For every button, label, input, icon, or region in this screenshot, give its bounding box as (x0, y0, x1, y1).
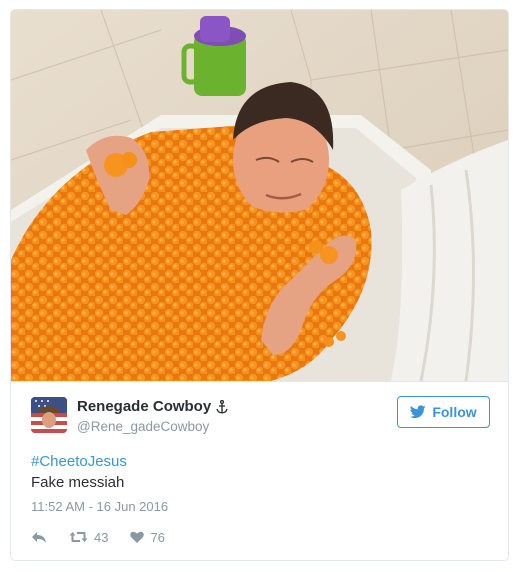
anchor-icon (216, 400, 228, 414)
reply-button[interactable] (31, 531, 47, 544)
heart-icon (130, 531, 145, 543)
author-names: Renegade Cowboy @Rene_gadeCowboy (77, 398, 228, 436)
author-name[interactable]: Renegade Cowboy (77, 398, 211, 416)
tweet-timestamp[interactable]: 11:52 AM - 16 Jun 2016 (31, 498, 168, 516)
like-button[interactable]: 76 (130, 529, 165, 545)
follow-button[interactable]: Follow (397, 396, 490, 428)
retweet-button[interactable]: 43 (69, 530, 108, 545)
like-count: 76 (150, 529, 165, 545)
hashtag-link[interactable]: #CheetoJesus (31, 452, 127, 472)
retweet-icon (69, 532, 88, 542)
reply-icon (32, 531, 46, 543)
media-divider (11, 381, 508, 382)
tweet-photo[interactable] (11, 10, 508, 381)
retweet-count: 43 (94, 529, 109, 545)
tweet-header: Renegade Cowboy @Rene_gadeCowboy Follow (31, 395, 490, 439)
author-handle[interactable]: @Rene_gadeCowboy (77, 418, 228, 436)
bathtub-photo (11, 10, 508, 381)
tweet-actions: 43 76 (31, 528, 187, 546)
tweet-text: Fake messiah (31, 474, 125, 491)
avatar-image (31, 397, 67, 433)
twitter-bird-icon (410, 405, 427, 419)
follow-label: Follow (432, 404, 477, 420)
avatar[interactable] (31, 397, 67, 433)
tweet-card: Renegade Cowboy @Rene_gadeCowboy Follow … (10, 9, 509, 561)
